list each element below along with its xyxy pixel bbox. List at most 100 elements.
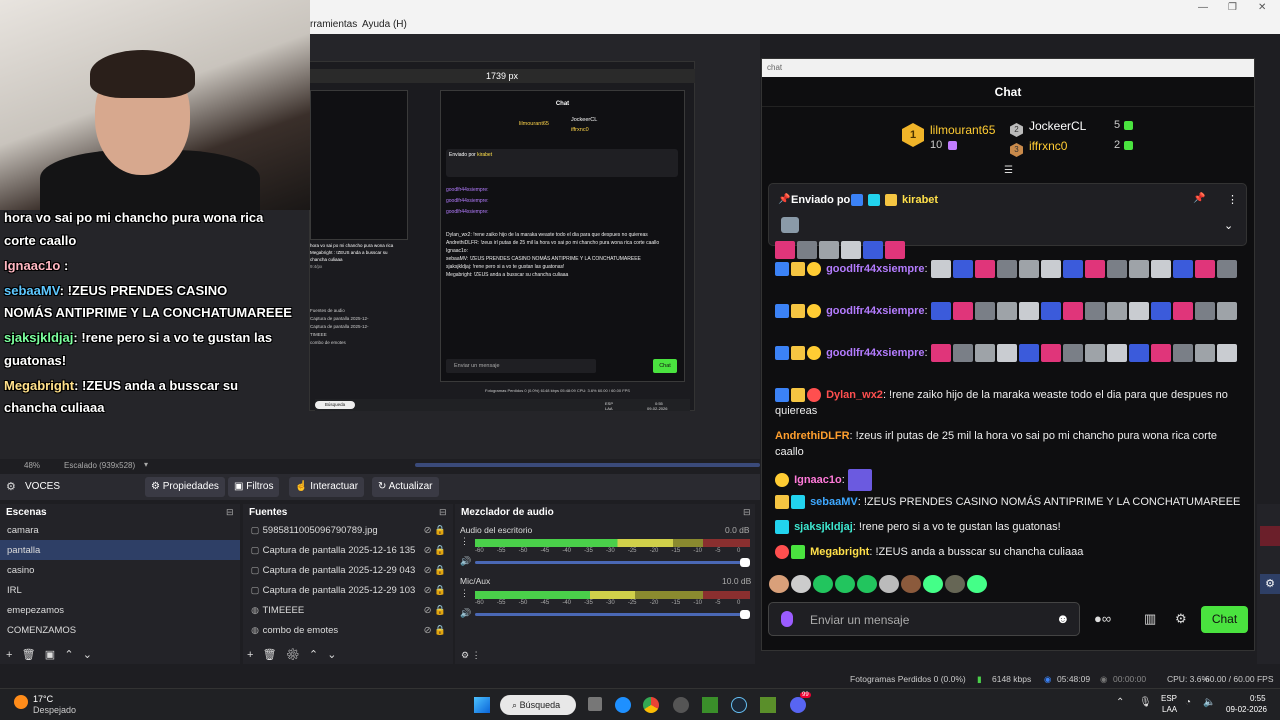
speaker-icon[interactable]: 🔊 xyxy=(460,608,471,619)
lang-code[interactable]: ESP xyxy=(1161,694,1177,703)
clock-date[interactable]: 09-02-2026 xyxy=(1226,705,1267,714)
zoom-percent[interactable]: 48% xyxy=(24,461,40,470)
settings-gear-icon[interactable]: ⚙ xyxy=(1175,611,1187,627)
chat-username[interactable]: sjaksjkldjaj xyxy=(794,521,853,533)
trash-icon[interactable]: 🗑 xyxy=(22,649,36,661)
chat-username[interactable]: goodlfr44xsiempre xyxy=(826,347,924,359)
lang-layout[interactable]: LAA xyxy=(1162,705,1177,714)
emote-icon[interactable] xyxy=(923,575,943,593)
emote-icon[interactable] xyxy=(901,575,921,593)
mixer-menu-icon[interactable]: ⋮ xyxy=(460,536,469,547)
visibility-icon[interactable]: ⊘ 🔒 xyxy=(424,605,446,616)
emote-icon[interactable] xyxy=(791,575,811,593)
scene-item[interactable]: emepezamos xyxy=(0,600,240,620)
chat-username[interactable]: goodlfr44xsiempre xyxy=(826,305,924,317)
visibility-icon[interactable]: ⊘ 🔒 xyxy=(424,525,446,536)
emote-icon[interactable] xyxy=(967,575,987,593)
chat-input[interactable]: Enviar un mensaje ☻ xyxy=(768,602,1080,636)
dock-menu-icon[interactable]: ⊟ xyxy=(439,507,447,518)
visibility-icon[interactable]: ⊘ 🔒 xyxy=(424,625,446,636)
emote-icon[interactable] xyxy=(857,575,877,593)
source-item[interactable]: ▢ Captura de pantalla 2025-12-29 103 ⊘ 🔒 xyxy=(243,580,453,600)
scene-item[interactable]: IRL xyxy=(0,580,240,600)
chat-send-button[interactable]: Chat xyxy=(1201,606,1248,633)
collapse-handle-icon[interactable]: ☰ xyxy=(1004,165,1013,176)
unpin-icon[interactable]: 📌 xyxy=(1193,193,1205,204)
interact-button[interactable]: ☝ Interactuar xyxy=(289,477,365,497)
refresh-button[interactable]: ↻ Actualizar xyxy=(372,477,439,497)
visibility-icon[interactable]: ⊘ 🔒 xyxy=(424,545,446,556)
speaker-icon[interactable]: 🔊 xyxy=(460,556,471,567)
volume-slider-handle[interactable] xyxy=(740,558,750,567)
chevron-up-icon[interactable]: ⌃ xyxy=(1116,697,1124,708)
chat-username[interactable]: AndrethiDLFR xyxy=(775,430,850,442)
emote-icon[interactable] xyxy=(835,575,855,593)
chevron-down-icon[interactable]: ⌄ xyxy=(83,649,92,661)
clock-time[interactable]: 0:55 xyxy=(1250,694,1266,703)
chevron-down-icon[interactable]: ⌄ xyxy=(1224,219,1233,232)
chevron-up-icon[interactable]: ⌃ xyxy=(64,649,73,661)
edge-icon[interactable] xyxy=(615,697,631,713)
chat-username[interactable]: goodlfr44xsiempre xyxy=(826,263,924,275)
chevron-up-icon[interactable]: ⌃ xyxy=(309,649,318,661)
volume-slider-handle[interactable] xyxy=(740,610,750,619)
preview-scrollbar[interactable] xyxy=(415,463,760,467)
mixer-settings-icon[interactable]: ⚙ ⋮ xyxy=(461,650,481,661)
source-item[interactable]: ◍ TIMEEEE ⊘ 🔒 xyxy=(243,600,453,620)
scene-item[interactable]: casino xyxy=(0,560,240,580)
chevron-down-icon[interactable]: ⌄ xyxy=(327,649,336,661)
chevron-down-icon[interactable]: ▾ xyxy=(144,460,148,469)
visibility-icon[interactable]: ⊘ 🔒 xyxy=(424,585,446,596)
pinned-user[interactable]: kirabet xyxy=(902,194,938,206)
more-options-icon[interactable]: ⋮ xyxy=(1227,193,1238,206)
leaderboard-name[interactable]: iffrxnc0 xyxy=(1029,139,1067,153)
volume-slider-mic[interactable] xyxy=(475,610,750,619)
windows-start-icon[interactable] xyxy=(474,697,490,713)
scene-item[interactable]: camara xyxy=(0,520,240,540)
task-view-icon[interactable] xyxy=(588,697,602,711)
emote-icon[interactable] xyxy=(769,575,789,593)
mixer-menu-icon[interactable]: ⋮ xyxy=(460,588,469,599)
leaderboard-name[interactable]: lilmourant65 xyxy=(930,123,995,137)
volume-icon[interactable]: 🔈 xyxy=(1203,697,1215,708)
trash-icon[interactable]: 🗑 xyxy=(263,649,277,661)
add-icon[interactable]: + xyxy=(247,649,253,661)
leaderboard-name[interactable]: JockeerCL xyxy=(1029,119,1086,133)
scene-item[interactable]: COMENZAMOS xyxy=(0,620,240,640)
discord-icon[interactable] xyxy=(790,697,806,713)
source-item[interactable]: ▢ Captura de pantalla 2025-12-29 043 ⊘ 🔒 xyxy=(243,560,453,580)
mic-icon[interactable] xyxy=(781,611,793,627)
add-icon[interactable]: + xyxy=(6,649,12,661)
minimize-icon[interactable]: ― xyxy=(1198,2,1208,13)
close-icon[interactable]: ✕ xyxy=(1258,2,1266,13)
filters-button[interactable]: ▣ Filtros xyxy=(228,477,280,497)
properties-button[interactable]: ⚙ Propiedades xyxy=(145,477,225,497)
chrome-icon[interactable] xyxy=(643,697,659,713)
scene-item[interactable]: pantalla xyxy=(0,540,240,560)
menu-tools[interactable]: rramientas xyxy=(310,19,357,30)
source-item[interactable]: ◍ combo de emotes ⊘ 🔒 xyxy=(243,620,453,640)
zoom-scale[interactable]: Escalado (939x528) xyxy=(64,461,135,470)
chat-username[interactable]: Dylan_wx2 xyxy=(826,389,883,401)
visibility-icon[interactable]: ⊘ 🔒 xyxy=(424,565,446,576)
filter-icon[interactable]: ▣ xyxy=(45,649,55,661)
minecraft-icon[interactable] xyxy=(702,697,718,713)
channel-points-icon[interactable]: ●∞ xyxy=(1094,611,1111,626)
taskbar-search[interactable]: ⌕ Búsqueda xyxy=(500,695,576,715)
dock-menu-icon[interactable]: ⊟ xyxy=(743,507,751,518)
volume-slider-desktop[interactable] xyxy=(475,558,750,567)
app-icon[interactable] xyxy=(673,697,689,713)
chat-username[interactable]: Megabright xyxy=(810,546,869,558)
menu-help[interactable]: Ayuda (H) xyxy=(362,19,407,30)
store-icon[interactable]: ▥ xyxy=(1144,611,1156,627)
gear-icon[interactable]: ⚙ xyxy=(286,649,300,661)
source-item[interactable]: ▢ Captura de pantalla 2025-12-16 135 ⊘ 🔒 xyxy=(243,540,453,560)
chat-username[interactable]: Ignaac1o xyxy=(794,474,842,486)
steam-icon[interactable] xyxy=(731,697,747,713)
chat-username[interactable]: sebaaMV xyxy=(810,496,858,508)
emote-icon[interactable] xyxy=(813,575,833,593)
emote-icon[interactable] xyxy=(945,575,965,593)
mic-tray-icon[interactable]: 🎙 xyxy=(1139,697,1152,708)
emote-icon[interactable] xyxy=(879,575,899,593)
weather-temp[interactable]: 17°C xyxy=(33,694,53,704)
